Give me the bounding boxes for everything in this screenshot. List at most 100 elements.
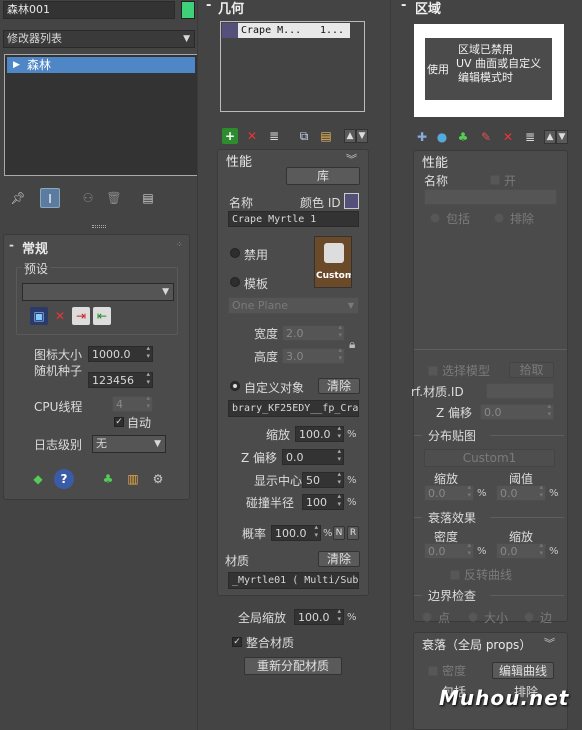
template-radio[interactable] <box>230 277 240 287</box>
merge-material-checkbox[interactable]: ✓ <box>232 637 242 647</box>
paint-icon[interactable]: ✎ <box>477 128 495 146</box>
stack-item-forest[interactable]: ▶ 森林 <box>7 57 195 73</box>
add-icon[interactable]: + <box>222 128 238 144</box>
select-model-checkbox[interactable] <box>428 366 438 376</box>
scale-spinner[interactable]: 100.0 <box>295 424 344 442</box>
size-radio[interactable] <box>468 612 478 622</box>
object-color-swatch[interactable] <box>181 1 195 19</box>
falloff-title[interactable]: 衰落（全局 props） <box>422 636 531 653</box>
rollout-grip-icon[interactable]: ⁘ <box>176 240 183 249</box>
custom-map-button[interactable]: Custom1 <box>424 449 555 467</box>
add-tree-icon[interactable]: ♣ <box>454 128 472 146</box>
delete-icon[interactable]: ✕ <box>244 128 260 144</box>
export-preset-icon[interactable]: ⇤ <box>93 307 111 325</box>
geometry-list[interactable]: Crape M... 1... <box>220 21 365 112</box>
presets-dropdown[interactable]: ▼ <box>22 283 174 301</box>
reassign-material-button[interactable]: 重新分配材质 <box>244 657 342 675</box>
custom-object-radio[interactable] <box>230 381 240 391</box>
move-down-button[interactable]: ▼ <box>356 129 368 143</box>
add-spline-icon[interactable]: ✚ <box>413 128 431 146</box>
area-name-field[interactable] <box>424 189 557 205</box>
r-button[interactable]: R <box>347 526 359 540</box>
custom-object-clear-button[interactable]: 清除 <box>318 378 360 394</box>
move-up-button[interactable]: ▲ <box>544 130 556 144</box>
modifier-list-dropdown[interactable]: 修改器列表 ▼ <box>3 30 195 48</box>
move-up-button[interactable]: ▲ <box>344 129 356 143</box>
list-add-icon[interactable]: ≣ <box>521 128 539 146</box>
rollout-minus-icon[interactable]: - <box>9 238 14 252</box>
falloff-density-spinner[interactable]: 0.0 <box>424 541 474 559</box>
global-scale-spinner[interactable]: 100.0 <box>294 607 344 625</box>
tree-icon[interactable]: ♣ <box>98 469 118 489</box>
properties-title[interactable]: 性能 <box>226 151 252 170</box>
list-item[interactable]: Crape M... 1... <box>222 23 350 38</box>
edit-curve-button[interactable]: 编辑曲线 <box>492 662 554 679</box>
area-title[interactable]: 区域 <box>415 0 441 17</box>
height-spinner[interactable]: 3.0 <box>282 346 345 364</box>
statistics-icon[interactable]: ▥ <box>123 469 143 489</box>
color-id-swatch[interactable] <box>344 193 359 209</box>
cpu-spinner[interactable]: 4 <box>112 394 153 412</box>
configure-sets-icon[interactable]: ▤ <box>138 188 158 208</box>
name-field[interactable]: Crape Myrtle 1 <box>228 211 359 227</box>
show-end-result-icon[interactable]: I <box>40 188 60 208</box>
divider-grip[interactable] <box>92 225 106 228</box>
remove-modifier-icon[interactable]: 🗑︎ <box>104 188 124 208</box>
exclude-radio[interactable] <box>494 213 504 223</box>
pin-stack-icon[interactable]: 📌︎ <box>8 188 28 208</box>
include-radio[interactable] <box>430 213 440 223</box>
mat-id-field[interactable] <box>486 383 554 399</box>
auto-checkbox[interactable]: ✓ <box>114 417 124 427</box>
settings-gear-icon[interactable]: ⚙ <box>148 469 168 489</box>
z-offset-spinner[interactable]: 0.0 <box>282 447 344 465</box>
probability-spinner[interactable]: 100.0 <box>271 523 321 541</box>
seed-spinner[interactable]: 123456 <box>88 370 153 388</box>
library-button[interactable]: 库 <box>286 167 360 185</box>
save-preset-icon[interactable]: ▣ <box>30 307 48 325</box>
display-center-spinner[interactable]: 50 <box>302 470 344 488</box>
delete-preset-icon[interactable]: ✕ <box>51 307 69 325</box>
rollout-minus-icon[interactable]: - <box>401 0 406 13</box>
edge-radio[interactable] <box>524 612 534 622</box>
collapse-chevron-icon[interactable]: ︾ <box>544 635 555 651</box>
area-properties-title[interactable]: 性能 <box>422 152 448 171</box>
material-clear-button[interactable]: 清除 <box>318 551 360 567</box>
n-button[interactable]: N <box>333 526 345 540</box>
material-field[interactable]: _Myrtle01 ( Multi/Sub <box>228 572 359 589</box>
threshold-spinner[interactable]: 0.0 <box>496 483 546 501</box>
copy-icon[interactable]: ⧉ <box>296 128 312 144</box>
invert-curve-checkbox[interactable] <box>450 570 460 580</box>
lock-icon[interactable]: 🔒︎ <box>349 337 355 352</box>
point-radio[interactable] <box>422 612 432 622</box>
rollout-minus-icon[interactable]: - <box>206 0 211 13</box>
icon-size-spinner[interactable]: 1000.0 <box>88 344 153 362</box>
expand-arrow-icon[interactable]: ▶ <box>13 57 20 73</box>
map-scale-spinner[interactable]: 0.0 <box>424 483 474 501</box>
geometry-title[interactable]: 几何 <box>218 0 244 17</box>
collapse-chevron-icon[interactable]: ︾ <box>346 151 357 167</box>
on-checkbox[interactable] <box>490 175 500 185</box>
object-name-field[interactable]: 森林001 <box>3 1 175 19</box>
log-level-dropdown[interactable]: 无 ▼ <box>92 435 166 453</box>
paste-icon[interactable]: ▤ <box>318 128 334 144</box>
disable-radio[interactable] <box>230 248 240 258</box>
template-dropdown[interactable]: One Plane ▼ <box>228 297 359 314</box>
density-checkbox[interactable] <box>428 666 438 676</box>
area-z-offset-spinner[interactable]: 0.0 <box>480 402 554 420</box>
general-title[interactable]: 常规 <box>22 238 48 257</box>
update-icon[interactable]: ◆ <box>28 469 48 489</box>
delete-icon[interactable]: ✕ <box>499 128 517 146</box>
falloff-scale-spinner[interactable]: 0.0 <box>496 541 546 559</box>
add-surface-icon[interactable]: ● <box>433 128 451 146</box>
pick-button[interactable]: 拾取 <box>509 362 554 378</box>
modifier-stack[interactable]: ▶ 森林 <box>4 54 198 176</box>
import-preset-icon[interactable]: ⇥ <box>72 307 90 325</box>
move-down-button[interactable]: ▼ <box>556 130 568 144</box>
list-add-icon[interactable]: ≣ <box>266 128 282 144</box>
custom-object-field[interactable]: brary_KF25EDY__fp_Crap <box>228 400 359 417</box>
collision-spinner[interactable]: 100 <box>302 492 344 510</box>
custom-thumbnail[interactable]: Custom <box>314 236 352 288</box>
make-unique-icon[interactable]: ⚇ <box>78 188 98 208</box>
width-spinner[interactable]: 2.0 <box>282 323 345 341</box>
help-icon[interactable]: ? <box>54 469 74 489</box>
